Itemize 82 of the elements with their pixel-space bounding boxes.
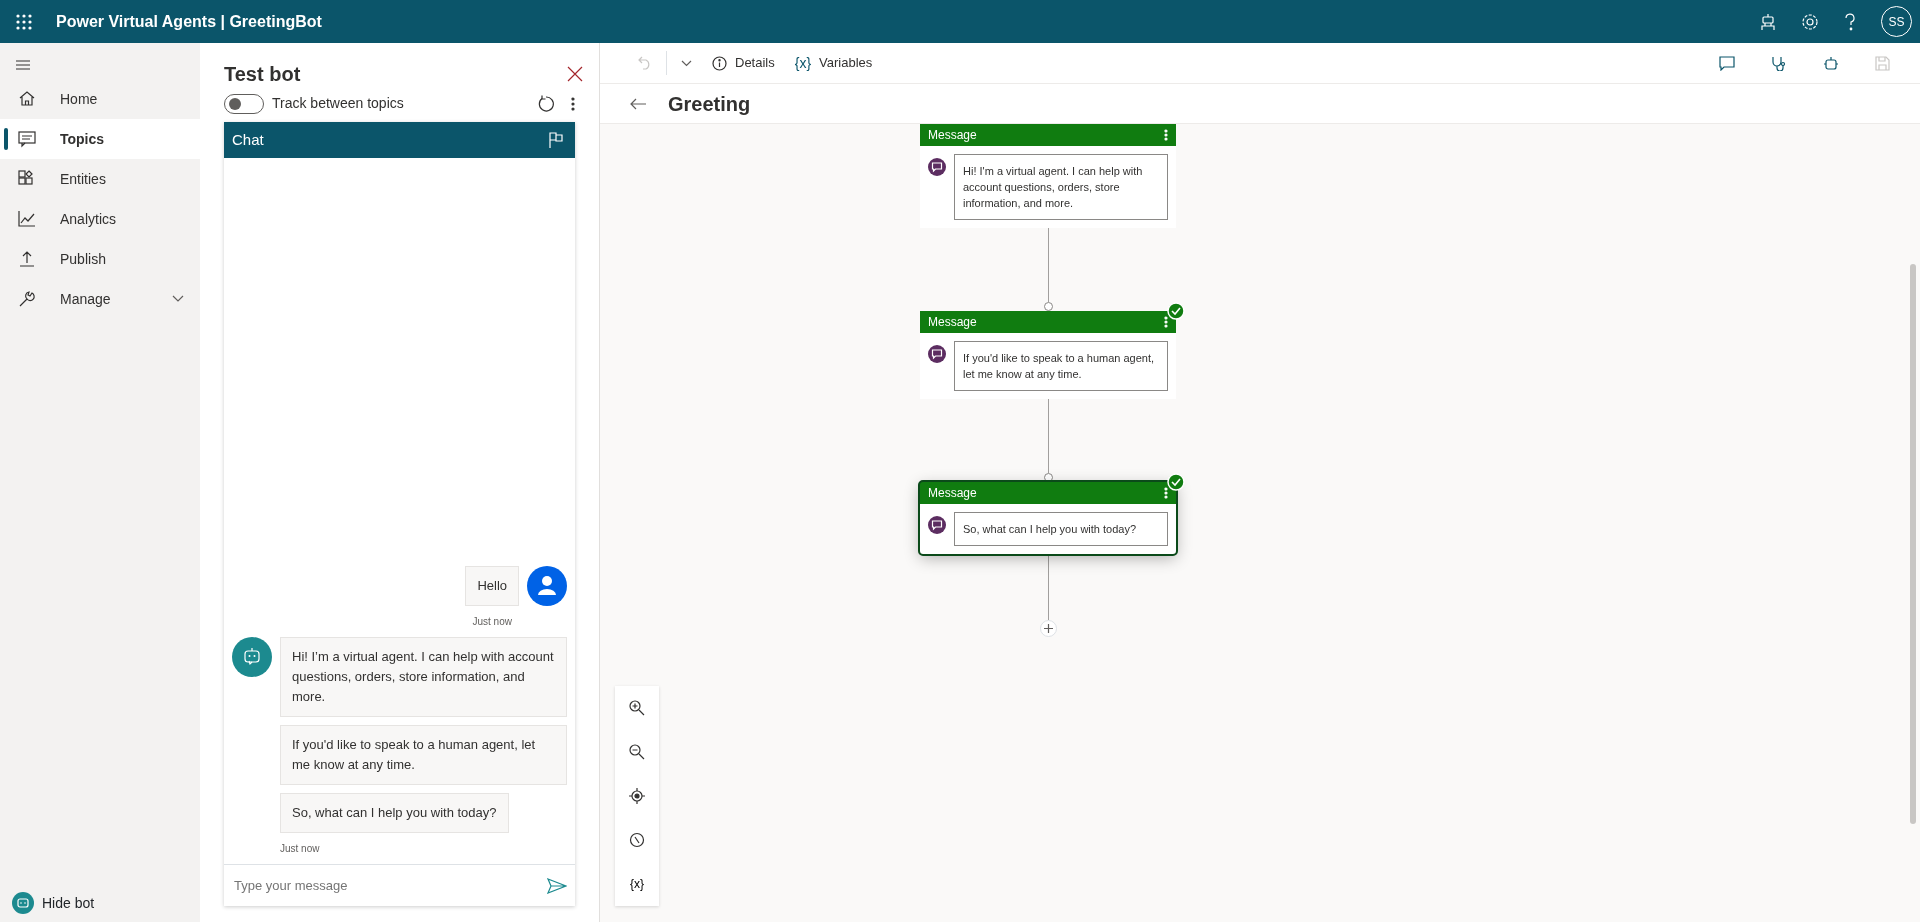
message-bubble: Hello	[465, 566, 519, 606]
toggle-switch[interactable]	[224, 93, 264, 114]
upload-icon	[18, 250, 36, 268]
hide-bot-button[interactable]: Hide bot	[8, 888, 200, 918]
send-button[interactable]	[547, 877, 567, 894]
help-button[interactable]	[1843, 12, 1857, 31]
flag-button[interactable]	[549, 132, 563, 148]
flag-icon	[549, 132, 563, 148]
nav-item[interactable]: Home	[0, 79, 200, 119]
timestamp: Just now	[280, 842, 320, 856]
restart-button[interactable]	[537, 94, 555, 113]
close-button[interactable]	[567, 66, 583, 82]
info-icon	[712, 55, 727, 71]
target-icon	[629, 788, 645, 804]
message-node[interactable]: Message Hi! I'm a virtual agent. I can help with account questions, orders, store information, and more.	[920, 124, 1176, 228]
add-node-button[interactable]	[1039, 620, 1057, 637]
scrollbar[interactable]	[1910, 264, 1916, 824]
wrench-icon	[18, 290, 36, 308]
toolbar-button[interactable]: Details	[706, 52, 781, 74]
chat-title: Chat	[232, 129, 264, 150]
message-node[interactable]: Message So, what can I help you with today?	[920, 482, 1176, 554]
send-icon	[547, 877, 567, 894]
help-icon	[1843, 12, 1857, 31]
topic-title: Greeting	[668, 91, 751, 117]
node-title: Message	[928, 485, 977, 502]
more-icon[interactable]	[1164, 129, 1168, 141]
chevron-down-icon	[681, 59, 692, 67]
nav-item[interactable]: Publish	[0, 239, 200, 279]
home-icon	[18, 90, 36, 108]
message-node[interactable]: Message If you'd like to speak to a human agent, let me know at any time.	[920, 311, 1176, 399]
message-text-box[interactable]: If you'd like to speak to a human agent, let me know at any time.	[954, 341, 1168, 391]
compass-icon	[629, 832, 645, 848]
variables-button[interactable]: {x}	[615, 862, 659, 906]
chat-icon	[18, 130, 36, 148]
node-title: Message	[928, 314, 977, 331]
timestamp: Just now	[472, 615, 512, 629]
node-title: Message	[928, 127, 977, 144]
message-text-box[interactable]: So, what can I help you with today?	[954, 512, 1168, 546]
nav-item[interactable]: Entities	[0, 159, 200, 199]
settings-button[interactable]	[1801, 12, 1819, 31]
save-icon	[1875, 55, 1890, 71]
grid-icon	[16, 13, 32, 30]
menu-icon	[16, 59, 30, 71]
more-icon[interactable]	[1164, 487, 1168, 499]
back-arrow-icon	[630, 97, 646, 110]
more-icon	[571, 96, 575, 111]
speech-bubble-icon	[1719, 55, 1735, 71]
nav-item[interactable]: Topics	[0, 119, 200, 159]
bot-button[interactable]	[1759, 12, 1777, 31]
zoom-out-icon	[629, 744, 645, 760]
refresh-icon	[537, 94, 555, 113]
settings-icon	[1801, 12, 1819, 31]
message-bubble: Hi! I’m a virtual agent. I can help with account questions, orders, store information, and more.	[280, 637, 567, 717]
message-text-box[interactable]: Hi! I'm a virtual agent. I can help with account questions, orders, store information, and more.	[954, 154, 1168, 220]
app-title: Power Virtual Agents | GreetingBot	[56, 11, 322, 32]
plus-icon	[1043, 624, 1053, 633]
zoom-in-icon	[629, 700, 645, 716]
undo-icon	[638, 56, 652, 70]
robot-icon	[12, 892, 34, 914]
speech-bubble-icon	[928, 345, 946, 363]
more-icon[interactable]	[1164, 316, 1168, 328]
menu-button[interactable]	[16, 59, 30, 71]
panel-title: Test bot	[224, 62, 301, 87]
toggle-label: Track between topics	[272, 94, 404, 113]
robot-icon	[1759, 12, 1777, 31]
app-launcher-button[interactable]	[16, 13, 32, 30]
chart-icon	[18, 210, 36, 228]
close-icon	[567, 66, 583, 82]
message-bubble: If you'd like to speak to a human agent, let me know at any time.	[280, 725, 567, 785]
shapes-icon	[18, 170, 36, 188]
stethoscope-icon	[1771, 55, 1787, 71]
toolbar-button[interactable]: {x} Variables	[788, 51, 879, 75]
user-avatar-icon	[527, 566, 567, 606]
nav-item[interactable]: Manage	[0, 279, 200, 319]
nav-item[interactable]: Analytics	[0, 199, 200, 239]
robot-icon	[1823, 55, 1839, 71]
chevron-down-icon	[172, 295, 184, 303]
more-button[interactable]	[571, 96, 575, 111]
message-bubble: So, what can I help you with today?	[280, 793, 509, 833]
speech-bubble-icon	[928, 158, 946, 176]
bot-avatar-icon	[232, 637, 272, 677]
speech-bubble-icon	[928, 516, 946, 534]
